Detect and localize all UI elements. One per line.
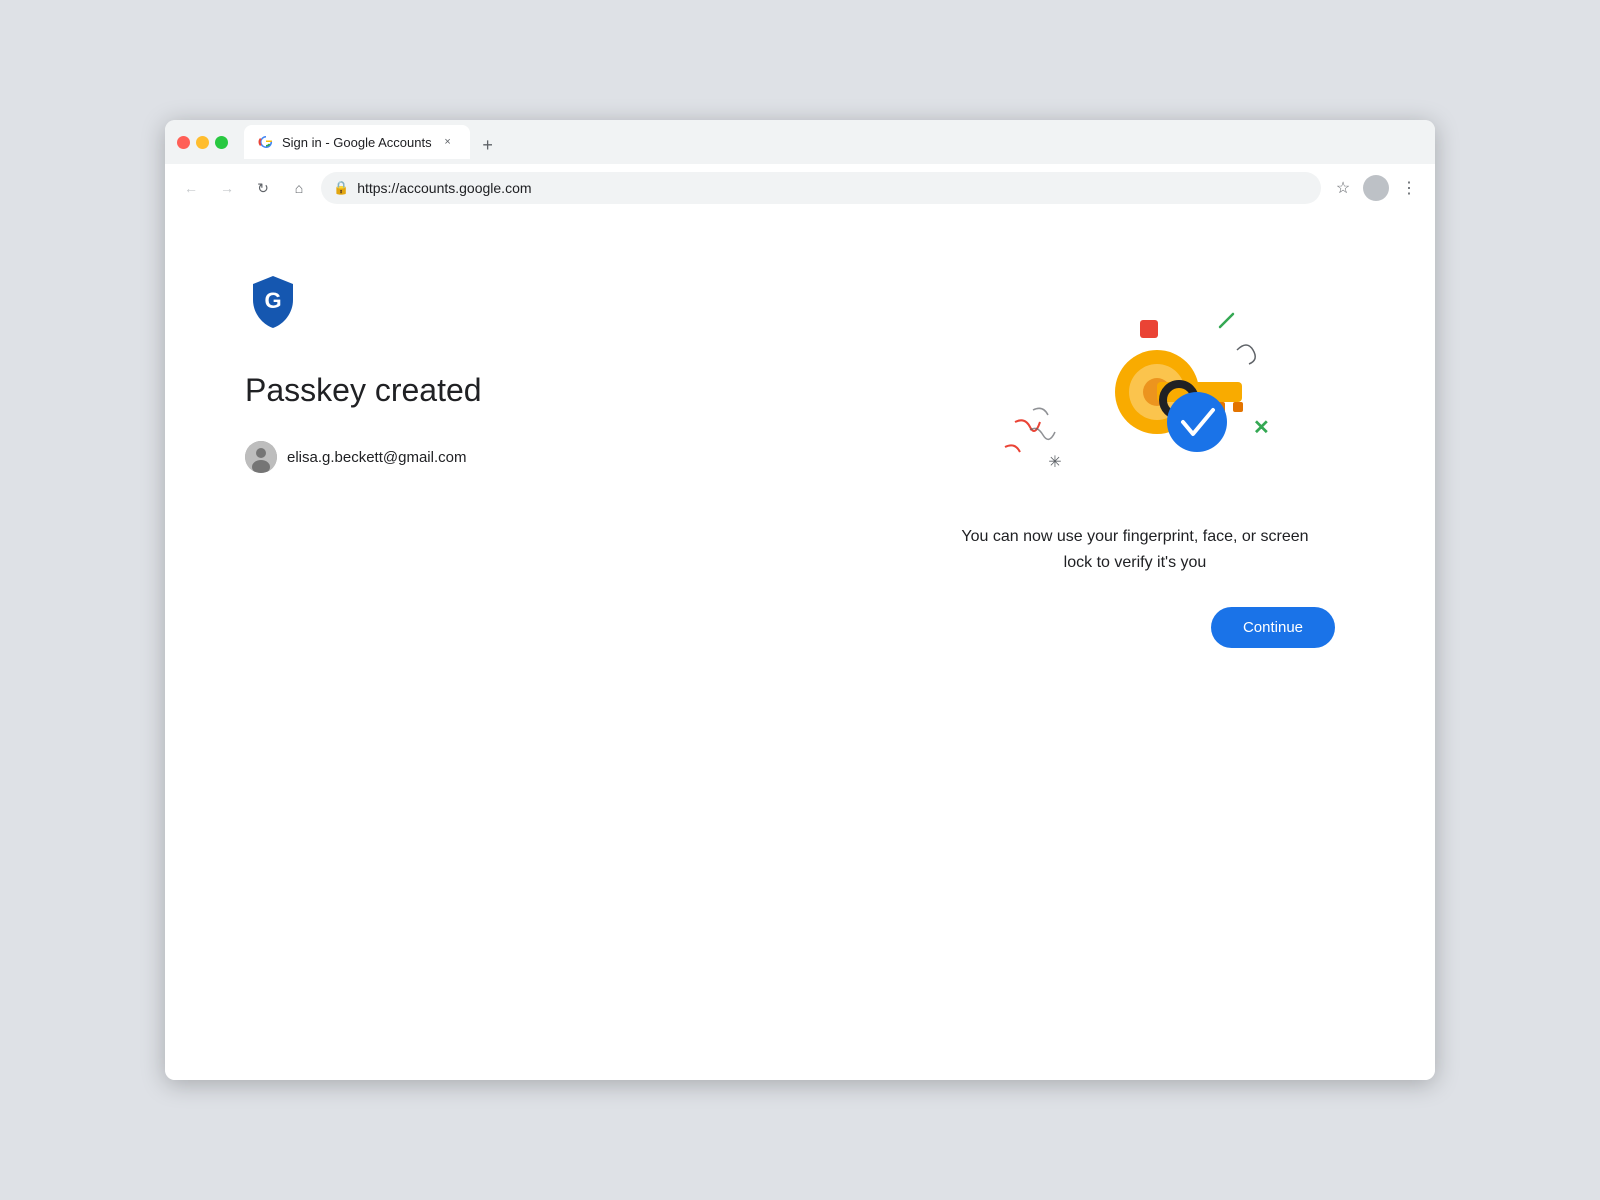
minimize-window-button[interactable] <box>196 136 209 149</box>
reload-button[interactable]: ↻ <box>249 174 277 202</box>
address-bar[interactable]: 🔒 https://accounts.google.com <box>321 172 1321 204</box>
key-illustration: ✳ ✕ <box>975 292 1295 492</box>
right-panel: ✳ ✕ <box>915 272 1355 1020</box>
url-text: https://accounts.google.com <box>357 180 1309 196</box>
tab-title: Sign in - Google Accounts <box>282 135 432 150</box>
user-avatar <box>245 441 277 473</box>
new-tab-button[interactable]: + <box>474 131 502 159</box>
tabs-row: Sign in - Google Accounts × + <box>244 125 1423 159</box>
svg-text:✕: ✕ <box>1253 417 1270 439</box>
description-text: You can now use your fingerprint, face, … <box>955 524 1315 575</box>
title-bar: Sign in - Google Accounts × + <box>165 120 1435 164</box>
bookmark-button[interactable]: ☆ <box>1329 174 1357 202</box>
svg-text:G: G <box>264 288 281 313</box>
back-button[interactable]: ← <box>177 174 205 202</box>
browser-window: Sign in - Google Accounts × + ← → ↻ ⌂ 🔒 … <box>165 120 1435 1080</box>
profile-button[interactable] <box>1363 175 1389 201</box>
page-content: G Passkey created elisa.g.beckett@gmail.… <box>165 212 1435 1080</box>
active-tab[interactable]: Sign in - Google Accounts × <box>244 125 470 159</box>
page-title: Passkey created <box>245 372 915 409</box>
close-window-button[interactable] <box>177 136 190 149</box>
tab-close-button[interactable]: × <box>440 134 456 150</box>
nav-bar: ← → ↻ ⌂ 🔒 https://accounts.google.com ☆ … <box>165 164 1435 212</box>
svg-text:✳: ✳ <box>1048 454 1061 471</box>
lock-icon: 🔒 <box>333 180 349 196</box>
forward-button[interactable]: → <box>213 174 241 202</box>
google-passkey-shield-icon: G <box>245 272 301 328</box>
more-options-button[interactable]: ⋮ <box>1395 174 1423 202</box>
user-row: elisa.g.beckett@gmail.com <box>245 441 915 473</box>
traffic-lights <box>177 136 228 149</box>
maximize-window-button[interactable] <box>215 136 228 149</box>
home-button[interactable]: ⌂ <box>285 174 313 202</box>
tab-favicon-icon <box>258 134 274 150</box>
user-email: elisa.g.beckett@gmail.com <box>287 449 466 466</box>
left-panel: G Passkey created elisa.g.beckett@gmail.… <box>245 272 915 1020</box>
nav-right-controls: ☆ ⋮ <box>1329 174 1423 202</box>
continue-button[interactable]: Continue <box>1211 607 1335 648</box>
